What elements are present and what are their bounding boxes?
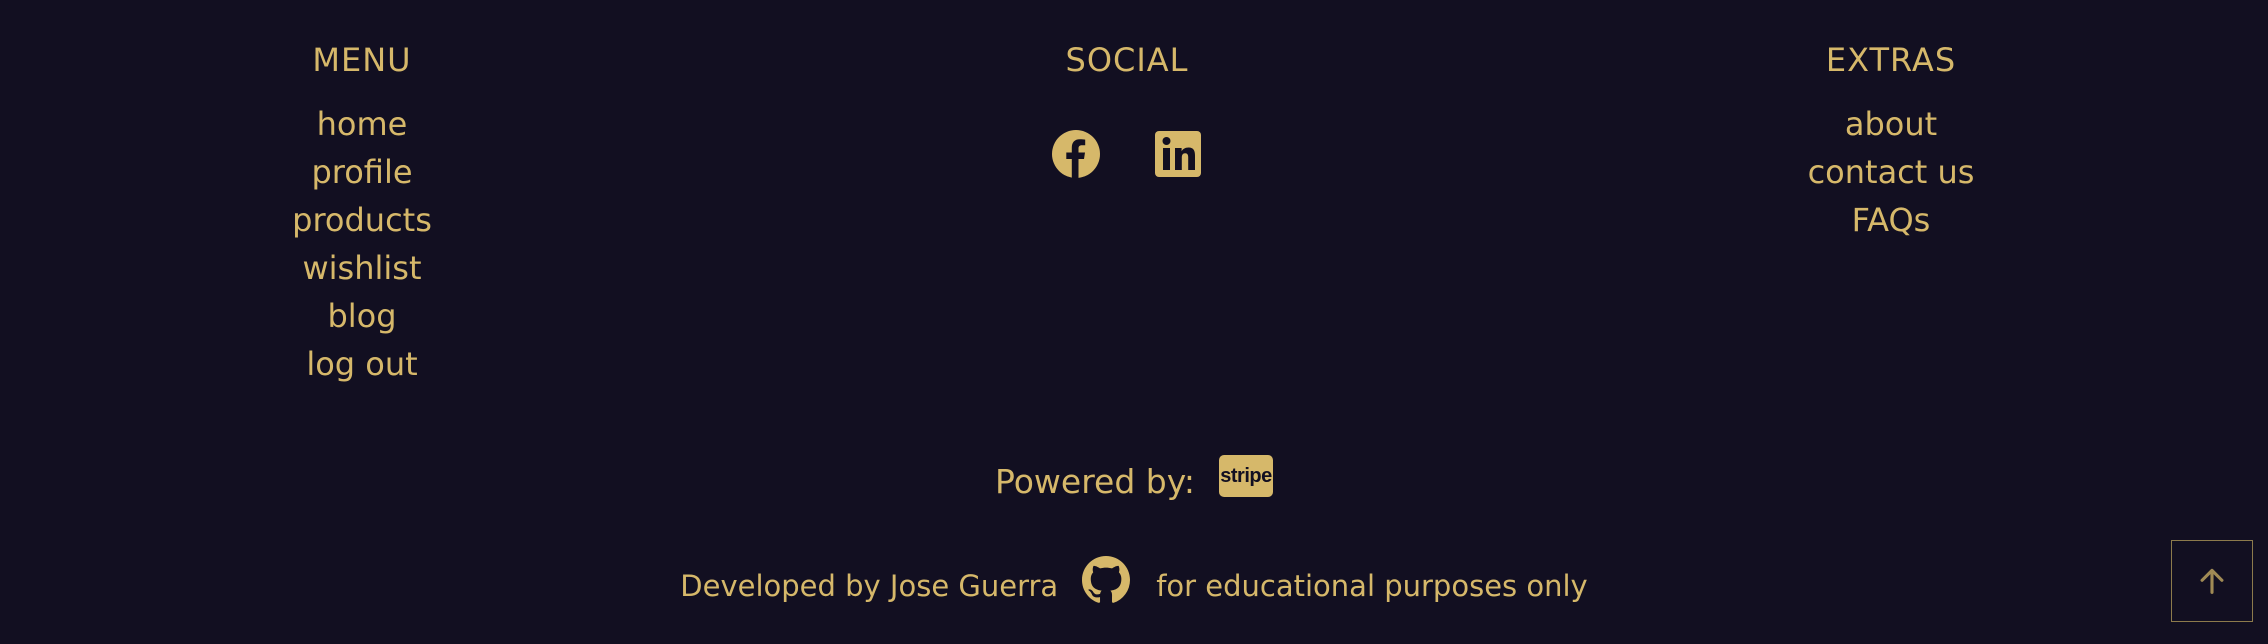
extras-link-faqs[interactable]: FAQs (1852, 201, 1931, 239)
menu-link-blog[interactable]: blog (327, 297, 396, 335)
extras-item-faqs: FAQs (1641, 196, 2141, 244)
extras-item-about: about (1641, 100, 2141, 148)
powered-by: Powered by: stripe (0, 454, 2268, 510)
extras-link-about[interactable]: about (1845, 105, 1937, 143)
arrow-up-icon (2200, 568, 2224, 594)
menu-item-products: products (112, 196, 612, 244)
github-link[interactable] (1082, 556, 1131, 604)
menu-item-blog: blog (112, 292, 612, 340)
menu-heading: MENU (312, 41, 412, 79)
developer-credit: Developed by Jose Guerra for educational… (0, 556, 2268, 610)
menu-item-log-out: log out (112, 340, 612, 388)
linkedin-link[interactable] (1152, 128, 1204, 180)
extras-list: about contact us FAQs (1641, 100, 2141, 244)
menu-item-profile: profile (112, 148, 612, 196)
social-heading: SOCIAL (1065, 41, 1189, 79)
social-icons (877, 128, 1377, 184)
extras-link-contact-us[interactable]: contact us (1808, 153, 1975, 191)
menu-item-home: home (112, 100, 612, 148)
menu-link-profile[interactable]: profile (311, 153, 412, 191)
facebook-icon (1052, 130, 1100, 178)
menu-list: home profile products wishlist blog log … (112, 100, 612, 388)
extras-item-contact: contact us (1641, 148, 2141, 196)
stripe-logo[interactable]: stripe (1218, 455, 1273, 497)
menu-link-wishlist[interactable]: wishlist (302, 249, 421, 287)
powered-by-label: Powered by: (995, 462, 1195, 501)
educational-note: for educational purposes only (1156, 569, 1588, 603)
facebook-link[interactable] (1050, 128, 1102, 180)
menu-link-products[interactable]: products (292, 201, 432, 239)
menu-link-home[interactable]: home (317, 105, 408, 143)
linkedin-icon (1155, 131, 1201, 177)
extras-heading: EXTRAS (1825, 41, 1957, 79)
menu-item-wishlist: wishlist (112, 244, 612, 292)
back-to-top-button[interactable] (2171, 540, 2253, 622)
github-icon (1082, 556, 1131, 603)
menu-link-log-out[interactable]: log out (306, 345, 417, 383)
developer-text: Developed by Jose Guerra (680, 569, 1059, 603)
